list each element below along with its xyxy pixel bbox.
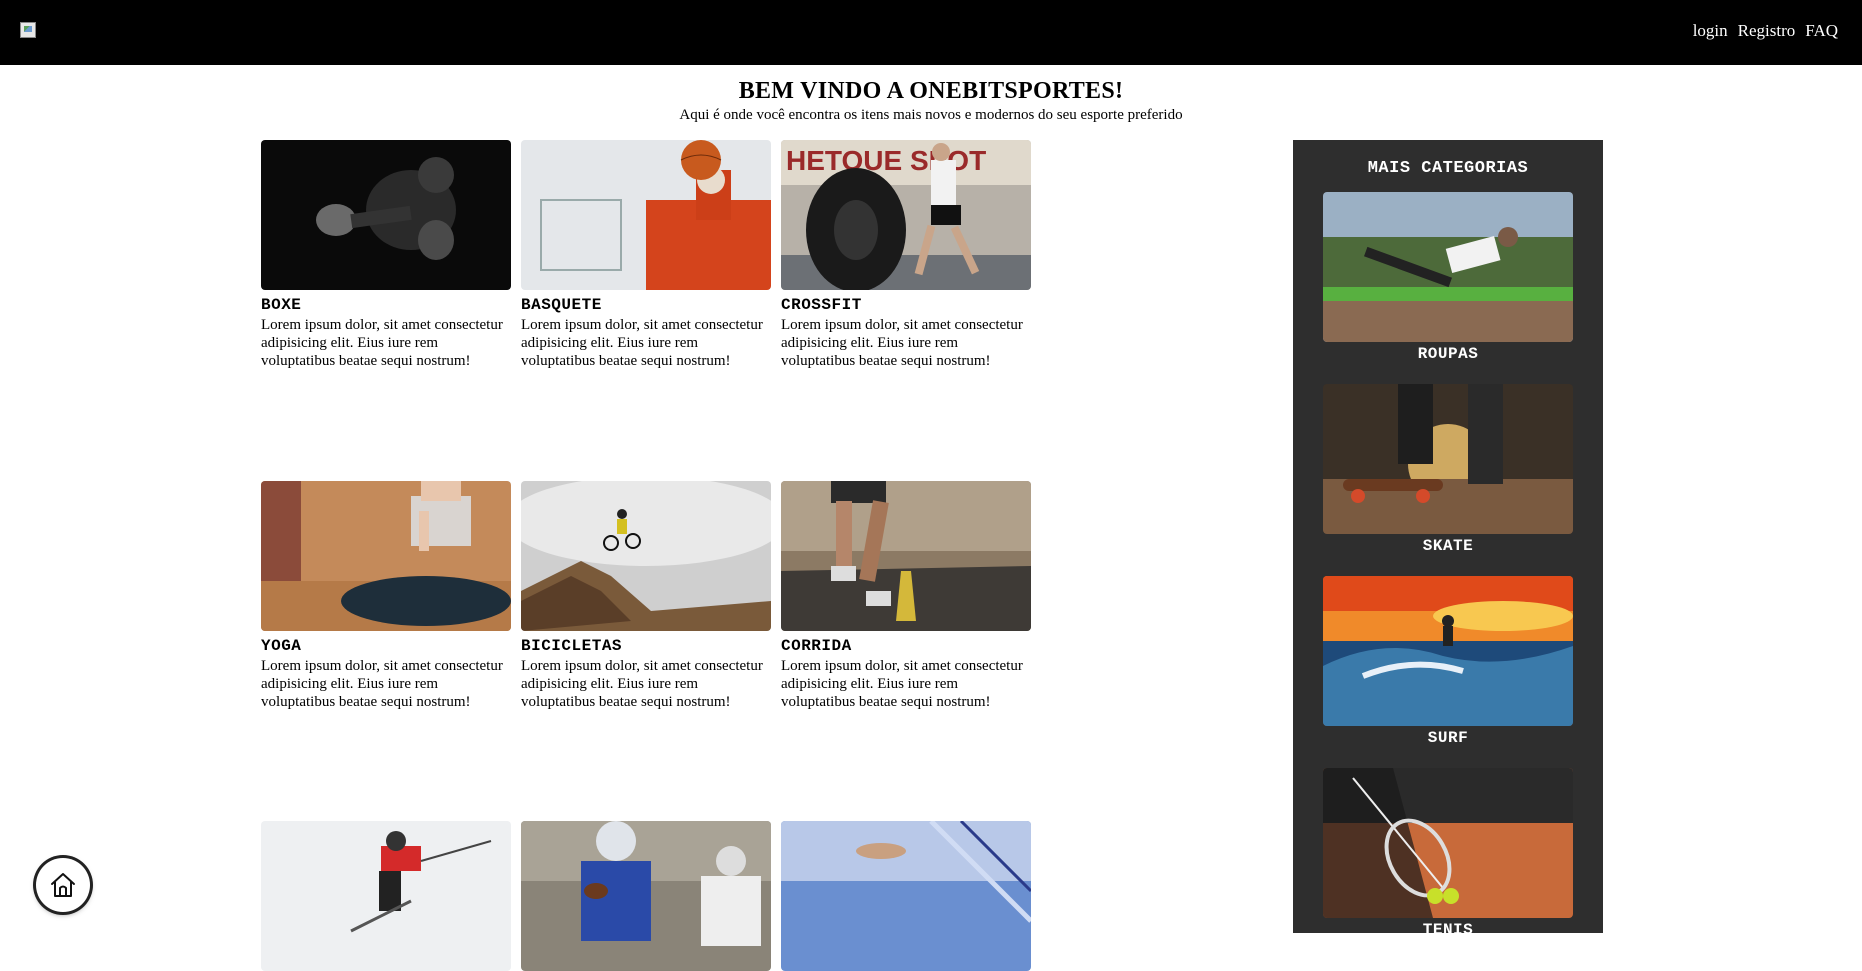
card-title: BOXE <box>261 296 302 314</box>
crossfit-photo: HETOUE SPOT <box>781 140 1031 290</box>
bicicletas-photo <box>521 481 771 631</box>
nav-login-link[interactable]: login <box>1693 21 1728 41</box>
card-description: Lorem ipsum dolor, sit amet consectetur … <box>781 658 1023 710</box>
card-title: BICICLETAS <box>521 637 623 655</box>
boxe-photo <box>261 140 511 290</box>
card-title: BASQUETE <box>521 296 602 314</box>
sport-card-bicicletas[interactable]: BICICLETAS Lorem ipsum dolor, sit amet c… <box>521 481 771 711</box>
skate-photo <box>1323 384 1573 534</box>
nav-links: login Registro FAQ <box>1693 21 1838 41</box>
category-label: ROUPAS <box>1417 345 1479 363</box>
nav-faq-link[interactable]: FAQ <box>1805 21 1838 41</box>
sidebar-title: MAIS CATEGORIAS <box>1367 159 1529 178</box>
page-subtitle: Aqui é onde você encontra os itens mais … <box>679 107 1183 123</box>
category-surf[interactable]: SURF <box>1323 576 1573 747</box>
sport-card-ski[interactable] <box>261 821 511 971</box>
corrida-photo <box>781 481 1031 631</box>
card-description: Lorem ipsum dolor, sit amet consectetur … <box>261 317 503 369</box>
futebol-americano-photo <box>521 821 771 971</box>
card-title: CROSSFIT <box>781 296 862 314</box>
category-label: SKATE <box>1422 537 1474 555</box>
tenis-photo <box>1323 768 1573 918</box>
category-roupas[interactable]: ROUPAS <box>1323 192 1573 363</box>
sport-card-basquete[interactable]: BASQUETE Lorem ipsum dolor, sit amet con… <box>521 140 771 370</box>
sport-card-crossfit[interactable]: HETOUE SPOT CROSSFIT Lorem ipsum dolor, … <box>781 140 1031 370</box>
ski-photo <box>261 821 511 971</box>
category-label: TENIS <box>1422 921 1474 939</box>
sport-card-boxe[interactable]: BOXE Lorem ipsum dolor, sit amet consect… <box>261 140 511 370</box>
natacao-photo <box>781 821 1031 971</box>
categories-sidebar: MAIS CATEGORIAS ROUPAS SKATE SURF TENIS <box>1293 140 1603 939</box>
sport-card-corrida[interactable]: CORRIDA Lorem ipsum dolor, sit amet cons… <box>781 481 1031 711</box>
sport-card-natacao[interactable] <box>781 821 1031 971</box>
card-description: Lorem ipsum dolor, sit amet consectetur … <box>521 317 763 369</box>
category-skate[interactable]: SKATE <box>1323 384 1573 555</box>
card-description: Lorem ipsum dolor, sit amet consectetur … <box>781 317 1023 369</box>
svg-text:HETOUE SPOT: HETOUE SPOT <box>786 145 986 176</box>
logo-image[interactable] <box>20 22 36 38</box>
nav-registro-link[interactable]: Registro <box>1738 21 1796 41</box>
category-label: SURF <box>1427 729 1469 747</box>
top-navbar: login Registro FAQ <box>0 0 1862 65</box>
yoga-photo <box>261 481 511 631</box>
sport-card-yoga[interactable]: YOGA Lorem ipsum dolor, sit amet consect… <box>261 481 511 711</box>
sport-card-futebol-americano[interactable] <box>521 821 771 971</box>
card-description: Lorem ipsum dolor, sit amet consectetur … <box>261 658 503 710</box>
surf-photo <box>1323 576 1573 726</box>
home-icon <box>51 873 75 897</box>
card-description: Lorem ipsum dolor, sit amet consectetur … <box>521 658 763 710</box>
category-tenis[interactable]: TENIS <box>1323 768 1573 939</box>
home-button[interactable] <box>36 858 90 912</box>
page-title: BEM VINDO A ONEBITSPORTES! <box>738 78 1124 104</box>
basquete-photo <box>521 140 771 290</box>
roupas-photo <box>1323 192 1573 342</box>
card-title: YOGA <box>261 637 302 655</box>
card-title: CORRIDA <box>781 637 852 655</box>
